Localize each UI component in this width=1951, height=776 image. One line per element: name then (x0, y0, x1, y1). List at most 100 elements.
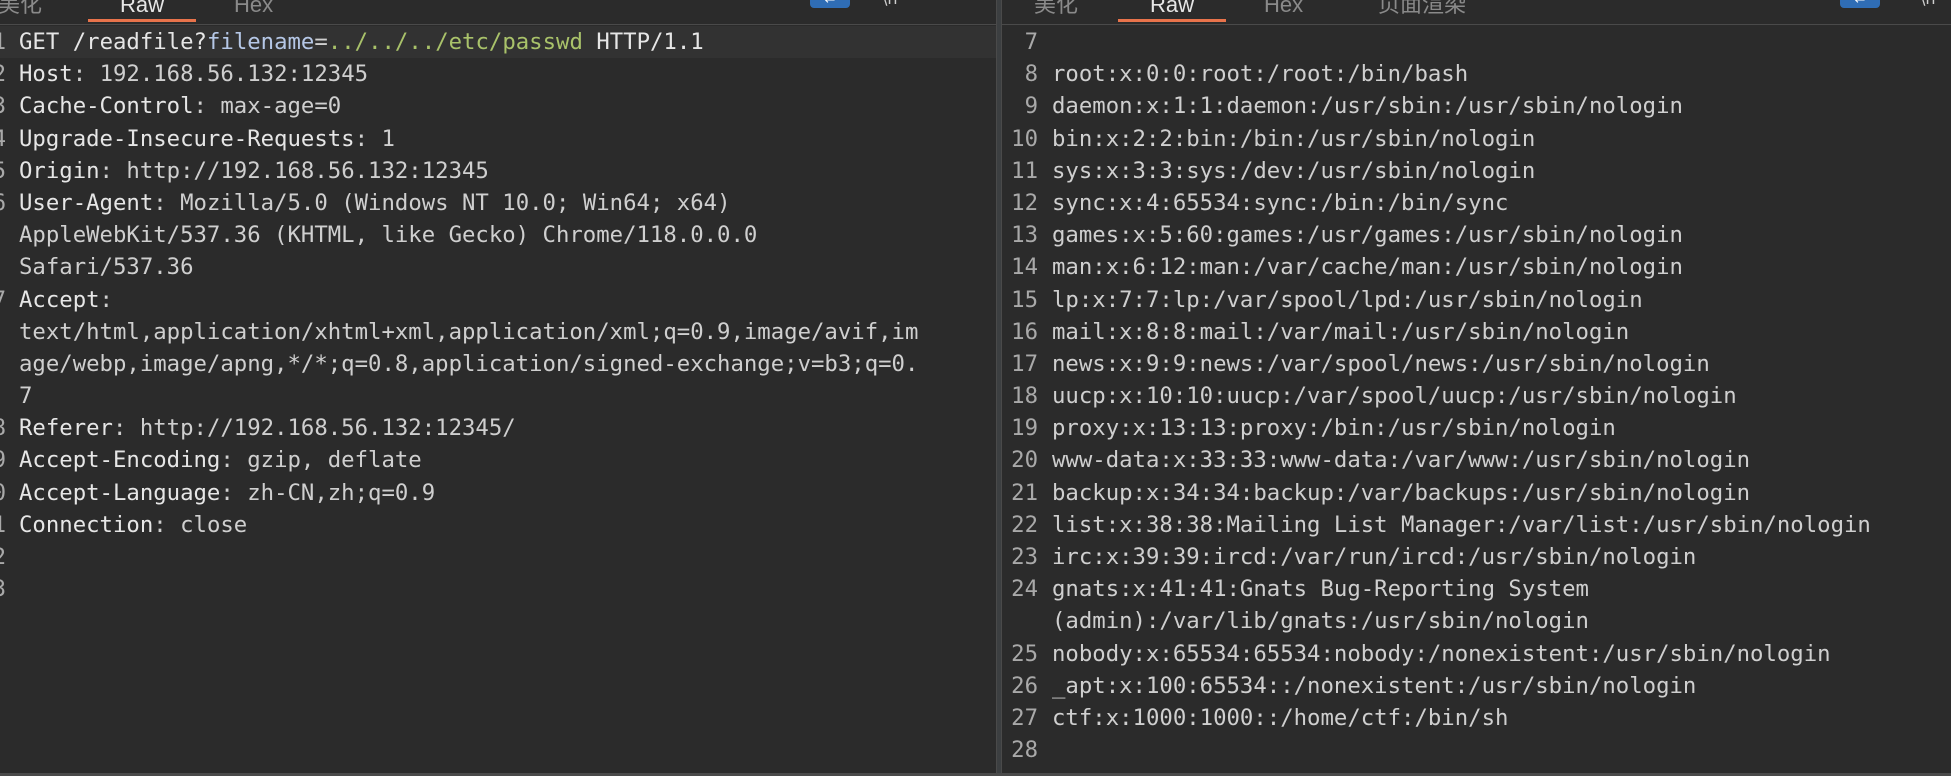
tab-request-pretty[interactable]: 美化 (0, 0, 42, 22)
header-line: 0 Accept-Language: zh-CN,zh;q=0.9 (0, 477, 996, 509)
header-line: 4 Upgrade-Insecure-Requests: 1 (0, 123, 996, 155)
param-equals: = (314, 29, 328, 55)
line-number: 22 (1011, 511, 1038, 538)
request-pane: 美化 Raw Hex ⇄ \n 1 GET /readfile?filename… (0, 0, 996, 776)
response-line: 20 www-data:x:33:33:www-data:/var/www:/us… (1002, 444, 1951, 476)
header-value: 7 (19, 383, 33, 410)
line-text: lp:x:7:7:lp:/var/spool/lpd:/usr/sbin/nol… (1052, 286, 1643, 313)
tab-response-hex[interactable]: Hex (1264, 0, 1303, 22)
header-name: Accept (19, 286, 100, 313)
line-text: (admin):/var/lib/gnats:/usr/sbin/nologin (1052, 608, 1589, 635)
line-number: 1 (0, 509, 6, 541)
request-method: GET (19, 29, 60, 55)
tab-response-render[interactable]: 页面渲染 (1378, 0, 1466, 22)
header-value: AppleWebKit/537.36 (KHTML, like Gecko) C… (19, 222, 758, 249)
line-number: 3 (0, 573, 6, 605)
wrap-lines-icon[interactable]: ⇄ (1840, 0, 1880, 8)
header-value: 192.168.56.132:12345 (99, 61, 369, 88)
response-line: 27 ctf:x:1000:1000::/home/ctf:/bin/sh (1002, 702, 1951, 734)
line-text: nobody:x:65534:65534:nobody:/nonexistent… (1052, 640, 1831, 667)
header-name: Connection (19, 511, 154, 538)
line-number: 10 (1011, 125, 1038, 152)
line-number: 5 (0, 155, 6, 187)
line-text: games:x:5:60:games:/usr/games:/usr/sbin/… (1052, 222, 1683, 249)
line-number: 14 (1011, 254, 1038, 281)
line-number: 7 (1024, 29, 1038, 55)
response-line: 21 backup:x:34:34:backup:/var/backups:/us… (1002, 477, 1951, 509)
line-text: irc:x:39:39:ircd:/var/run/ircd:/usr/sbin… (1052, 544, 1697, 570)
response-line: 28 (1002, 734, 1951, 766)
response-line: 7 (1002, 26, 1951, 58)
header-value: http://192.168.56.132:12345 (126, 157, 489, 184)
header-line: 3 Cache-Control: max-age=0 (0, 90, 996, 122)
line-number: 1 (0, 26, 6, 58)
tab-response-raw[interactable]: Raw (1117, 0, 1227, 22)
line-number: 13 (1011, 222, 1038, 249)
line-number: 2 (0, 58, 6, 90)
line-text: root:x:0:0:root:/root:/bin/bash (1052, 61, 1469, 88)
header-value: Safari/537.36 (19, 254, 194, 281)
header-value: http://192.168.56.132:12345/ (139, 415, 516, 442)
tab-response-pretty[interactable]: 美化 (1034, 0, 1078, 22)
header-value: close (180, 511, 248, 538)
line-number: 11 (1011, 157, 1038, 184)
line-number: 7 (0, 284, 6, 316)
header-continuation: Safari/537.36 (0, 251, 996, 283)
line-number: 18 (1011, 383, 1038, 410)
header-value: max-age=0 (220, 93, 342, 120)
line-number: 2 (0, 541, 6, 573)
header-line: 1 Connection: close (0, 509, 996, 541)
header-name: Host (19, 61, 73, 88)
line-text: ctf:x:1000:1000::/home/ctf:/bin/sh (1052, 704, 1509, 731)
header-line: 5 Origin: http://192.168.56.132:12345 (0, 155, 996, 187)
menu-icon[interactable] (940, 0, 966, 6)
response-line: 12 sync:x:4:65534:sync:/bin:/bin/sync (1002, 187, 1951, 219)
line-number: 28 (1011, 737, 1038, 764)
response-line: (admin):/var/lib/gnats:/usr/sbin/nologin (1002, 605, 1951, 637)
line-number: 21 (1011, 479, 1038, 506)
line-number: 16 (1011, 318, 1038, 345)
line-number: 9 (0, 444, 6, 476)
tab-request-hex[interactable]: Hex (234, 0, 273, 22)
wrap-lines-icon[interactable]: ⇄ (810, 0, 850, 8)
line-text: sys:x:3:3:sys:/dev:/usr/sbin/nologin (1052, 157, 1536, 184)
line-number: 9 (1024, 93, 1038, 120)
tab-request-raw[interactable]: Raw (87, 0, 197, 22)
header-name: Accept-Language (19, 479, 221, 506)
newline-icon[interactable]: \n (1920, 0, 1950, 8)
response-line: 10 bin:x:2:2:bin:/bin:/usr/sbin/nologin (1002, 123, 1951, 155)
line-number: 19 (1011, 415, 1038, 442)
empty-line: 2 (0, 541, 996, 573)
response-editor[interactable]: 7 8 root:x:0:0:root:/root:/bin/bash 9 daem… (1002, 26, 1951, 776)
newline-icon[interactable]: \n (882, 0, 912, 8)
header-continuation: age/webp,image/apng,*/*;q=0.8,applicatio… (0, 348, 996, 380)
response-tabbar: 美化 Raw Hex 页面渲染 ⇄ \n (1002, 0, 1951, 25)
line-number: 8 (1024, 61, 1038, 88)
line-text: news:x:9:9:news:/var/spool/news:/usr/sbi… (1052, 350, 1710, 377)
header-continuation: 7 (0, 380, 996, 412)
line-text: list:x:38:38:Mailing List Manager:/var/l… (1052, 511, 1871, 538)
line-number: 8 (0, 412, 6, 444)
response-line: 18 uucp:x:10:10:uucp:/var/spool/uucp:/usr… (1002, 380, 1951, 412)
param-name: filename (206, 29, 315, 55)
response-line: 25 nobody:x:65534:65534:nobody:/nonexiste… (1002, 638, 1951, 670)
header-value: age/webp,image/apng,*/*;q=0.8,applicatio… (19, 350, 919, 377)
response-line: 13 games:x:5:60:games:/usr/games:/usr/sbi… (1002, 219, 1951, 251)
line-number: 12 (1011, 189, 1038, 216)
line-number (1002, 605, 1038, 637)
response-line: 26 _apt:x:100:65534::/nonexistent:/usr/sb… (1002, 670, 1951, 702)
header-value: Mozilla/5.0 (Windows NT 10.0; Win64; x64… (180, 189, 731, 216)
response-line: 22 list:x:38:38:Mailing List Manager:/var… (1002, 509, 1951, 541)
response-line: 19 proxy:x:13:13:proxy:/bin:/usr/sbin/nol… (1002, 412, 1951, 444)
header-name: Accept-Encoding (19, 447, 221, 474)
http-message-viewer: 美化 Raw Hex ⇄ \n 1 GET /readfile?filename… (0, 0, 1951, 776)
line-number: 27 (1011, 704, 1038, 731)
header-name: Cache-Control (19, 93, 194, 120)
request-editor[interactable]: 1 GET /readfile?filename=../../../etc/pa… (0, 26, 996, 776)
line-text: mail:x:8:8:mail:/var/mail:/usr/sbin/nolo… (1052, 318, 1630, 345)
line-text: _apt:x:100:65534::/nonexistent:/usr/sbin… (1052, 672, 1697, 699)
line-number: 3 (0, 90, 6, 122)
line-number: 6 (0, 187, 6, 219)
line-text: man:x:6:12:man:/var/cache/man:/usr/sbin/… (1052, 254, 1683, 281)
header-continuation: AppleWebKit/537.36 (KHTML, like Gecko) C… (0, 219, 996, 251)
